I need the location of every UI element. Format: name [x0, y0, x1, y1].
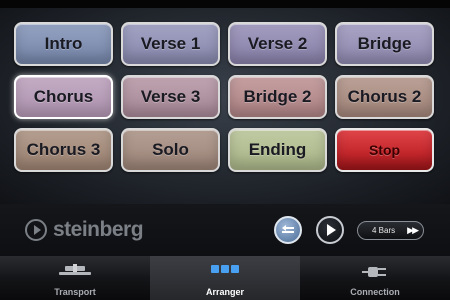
pad-grid: Intro Verse 1 Verse 2 Bridge Chorus Vers…: [14, 22, 434, 172]
cycle-icon: [282, 225, 294, 233]
stop-button[interactable]: Stop: [335, 128, 434, 172]
pad-verse-2[interactable]: Verse 2: [228, 22, 327, 66]
tab-transport-label: Transport: [54, 287, 96, 297]
steinberg-logo-icon: [25, 219, 47, 241]
tab-connection-label: Connection: [350, 287, 400, 297]
pad-chorus-2[interactable]: Chorus 2: [335, 75, 434, 119]
plug-icon: [362, 267, 386, 277]
bars-label: 4 Bars: [372, 226, 396, 235]
tab-arranger-label: Arranger: [205, 287, 244, 297]
logo-text: steinberg: [53, 218, 144, 241]
fast-forward-icon: ▶▶: [407, 225, 419, 235]
tab-bar: Transport Arranger Connection: [0, 256, 450, 300]
play-icon: [327, 224, 336, 236]
bars-length-button[interactable]: 4 Bars ▶▶: [357, 221, 424, 240]
pad-ending[interactable]: Ending: [228, 128, 327, 172]
top-status-strip: [0, 0, 450, 8]
pad-chorus[interactable]: Chorus: [14, 75, 113, 119]
pad-verse-3[interactable]: Verse 3: [121, 75, 220, 119]
pad-intro[interactable]: Intro: [14, 22, 113, 66]
pad-chorus-3[interactable]: Chorus 3: [14, 128, 113, 172]
tab-arranger[interactable]: Arranger: [150, 256, 300, 300]
play-button[interactable]: [316, 216, 344, 244]
pad-verse-1[interactable]: Verse 1: [121, 22, 220, 66]
tab-connection[interactable]: Connection: [300, 256, 450, 300]
arranger-icon: [211, 265, 239, 273]
transport-icon: [59, 264, 91, 275]
arranger-panel: Intro Verse 1 Verse 2 Bridge Chorus Vers…: [0, 8, 450, 204]
pad-solo[interactable]: Solo: [121, 128, 220, 172]
steinberg-logo: steinberg: [25, 216, 144, 244]
cycle-button[interactable]: [274, 216, 302, 244]
tab-transport[interactable]: Transport: [0, 256, 150, 300]
pad-bridge[interactable]: Bridge: [335, 22, 434, 66]
pad-bridge-2[interactable]: Bridge 2: [228, 75, 327, 119]
